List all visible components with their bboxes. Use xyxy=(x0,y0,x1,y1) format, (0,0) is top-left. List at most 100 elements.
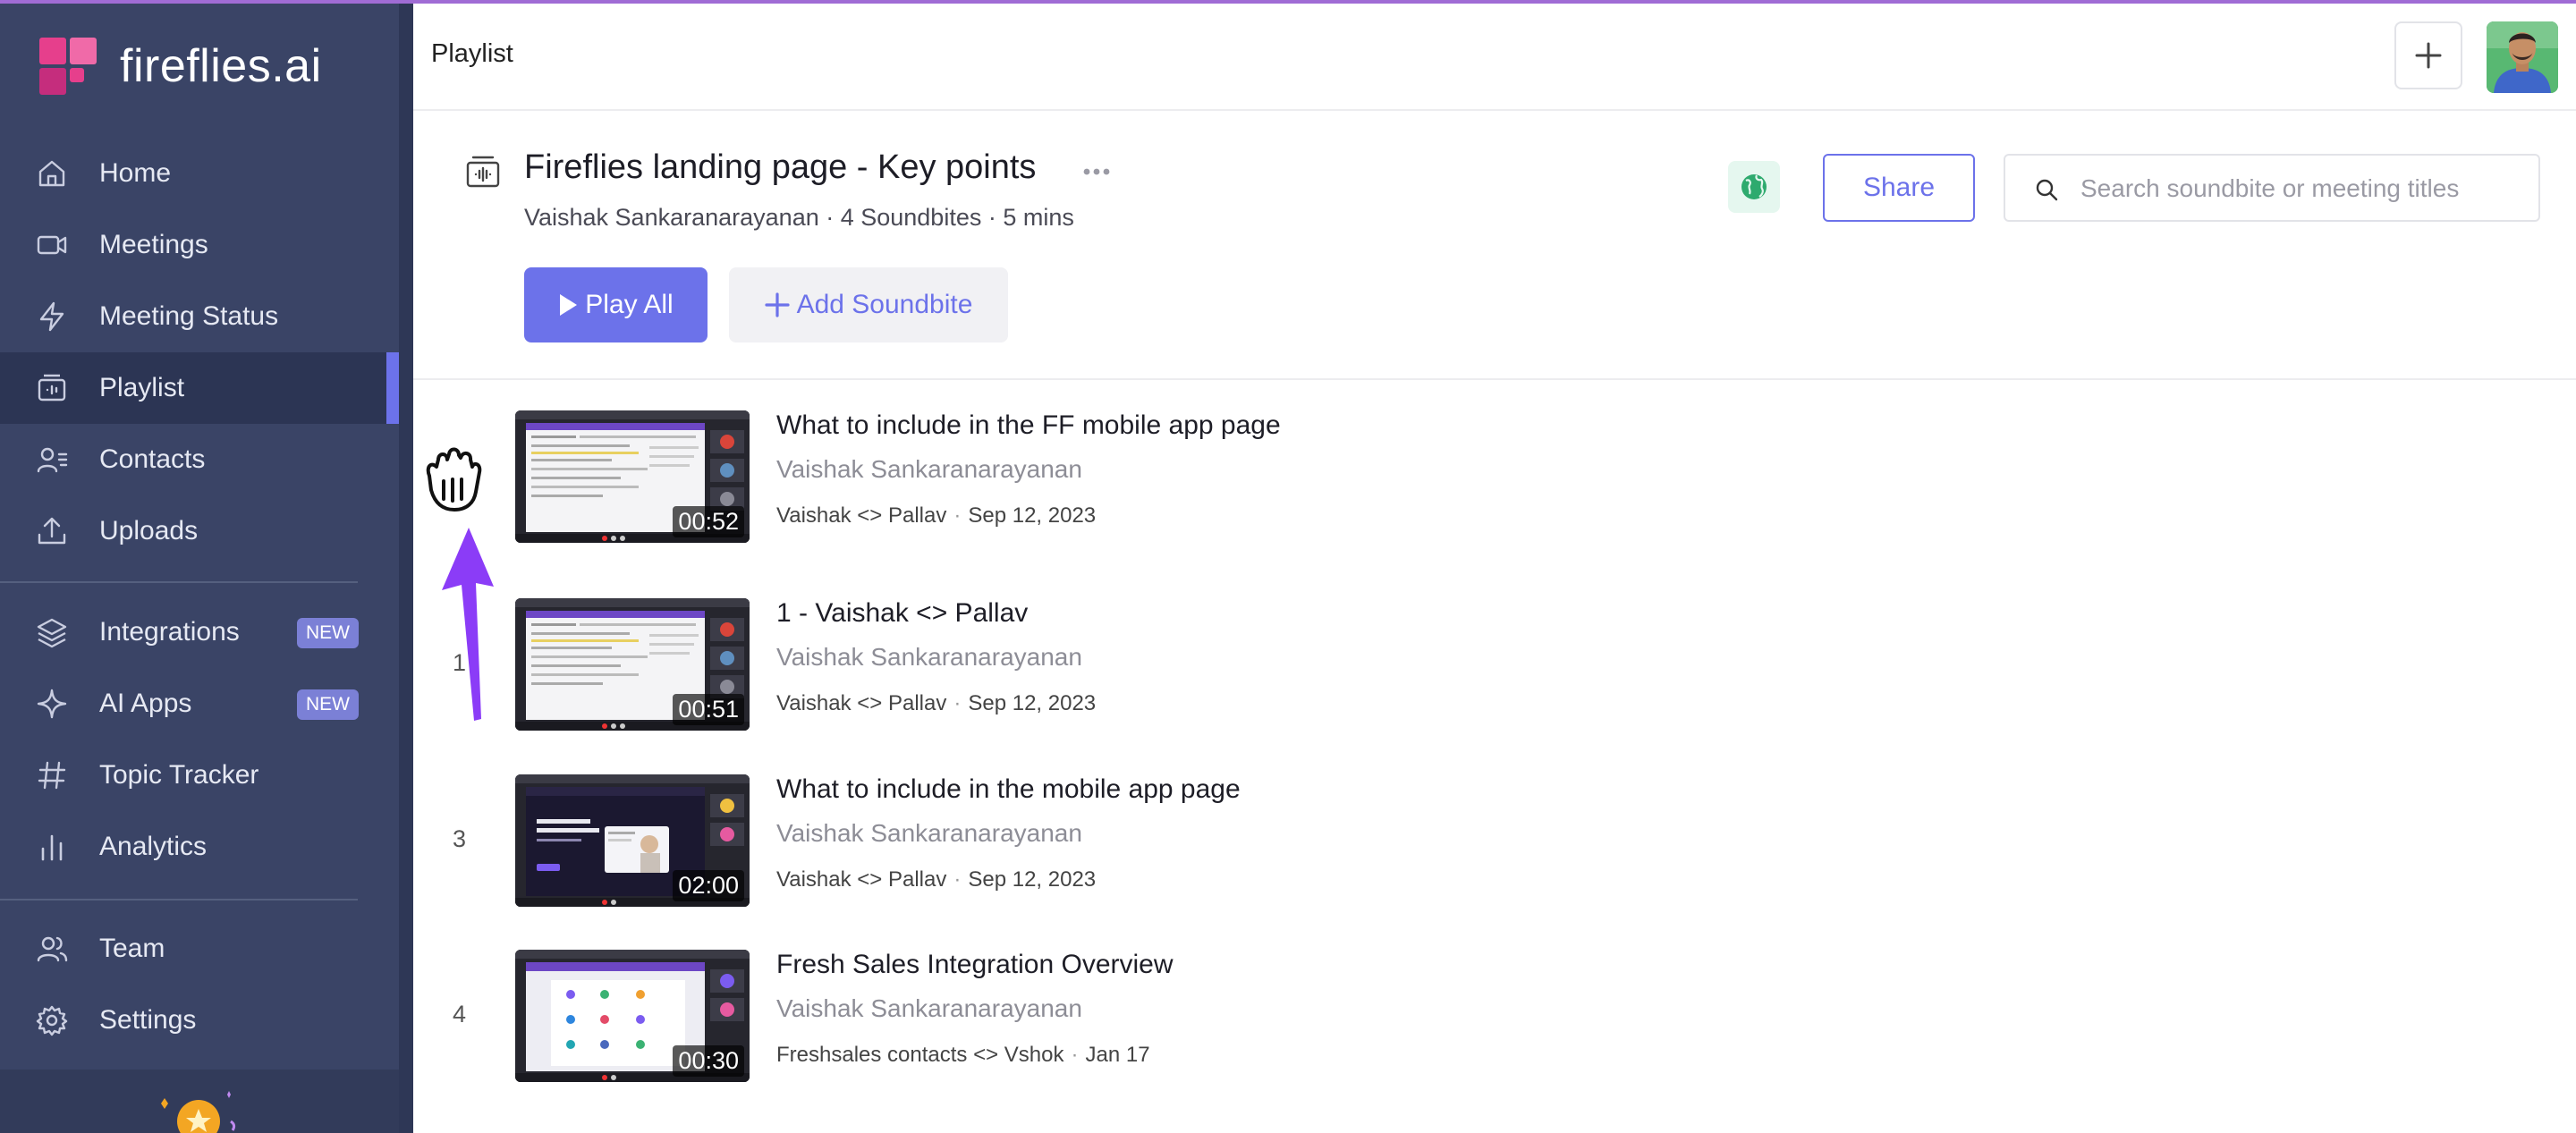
sidebar-item-label: Meeting Status xyxy=(99,301,279,331)
meeting-date: Jan 17 xyxy=(1085,1043,1150,1067)
sidebar-item-label: Home xyxy=(99,158,172,188)
sidebar: fireflies.ai Home Meetings Meeting Statu… xyxy=(0,0,399,1133)
hash-icon xyxy=(38,761,66,790)
sidebar-item-contacts[interactable]: Contacts xyxy=(0,424,399,495)
plus-icon xyxy=(764,292,790,317)
sidebar-item-label: AI Apps xyxy=(99,689,192,718)
sidebar-item-label: Topic Tracker xyxy=(99,760,259,790)
meeting-date: Sep 12, 2023 xyxy=(968,867,1097,892)
meeting-date: Sep 12, 2023 xyxy=(968,691,1097,715)
page-title: Playlist xyxy=(431,39,513,68)
brand-name: fireflies.ai xyxy=(120,40,322,92)
sidebar-item-uploads[interactable]: Uploads xyxy=(0,495,399,567)
meeting-date: Sep 12, 2023 xyxy=(968,503,1097,528)
add-soundbite-button[interactable]: Add Soundbite xyxy=(729,267,1008,342)
duration-badge: 00:30 xyxy=(673,1045,744,1077)
video-icon xyxy=(37,235,67,255)
play-all-button[interactable]: Play All xyxy=(524,267,708,342)
sidebar-item-integrations[interactable]: Integrations NEW xyxy=(0,596,399,668)
section-divider xyxy=(413,378,2576,380)
sidebar-edge xyxy=(399,0,413,1133)
soundbite-row[interactable]: 1 00:51 1 - Vaishak <> Pallav Vaishak Sa… xyxy=(413,598,2576,741)
secondary-nav: Integrations NEW AI Apps NEW Topic Track… xyxy=(0,596,399,883)
soundbite-thumbnail[interactable]: 02:00 xyxy=(515,774,750,907)
sidebar-item-label: Team xyxy=(99,934,165,963)
sidebar-item-team[interactable]: Team xyxy=(0,913,399,985)
layers-icon xyxy=(37,618,67,648)
promo-banner[interactable] xyxy=(0,1070,399,1133)
sidebar-item-home[interactable]: Home xyxy=(0,138,399,209)
soundbite-thumbnail[interactable]: 00:30 xyxy=(515,950,750,1082)
play-all-label: Play All xyxy=(585,290,674,319)
sidebar-item-ai-apps[interactable]: AI Apps NEW xyxy=(0,668,399,740)
gear-icon xyxy=(36,1005,68,1036)
new-badge: NEW xyxy=(297,689,359,720)
share-button[interactable]: Share xyxy=(1823,154,1975,222)
main-nav: Home Meetings Meeting Status Playlist Co… xyxy=(0,138,399,567)
sidebar-divider xyxy=(0,581,358,583)
soundbite-thumbnail[interactable]: 00:51 xyxy=(515,598,750,731)
meeting-name[interactable]: Freshsales contacts <> Vshok xyxy=(776,1043,1064,1067)
sidebar-item-topic-tracker[interactable]: Topic Tracker xyxy=(0,740,399,811)
sidebar-item-meeting-status[interactable]: Meeting Status xyxy=(0,281,399,352)
trophy-icon xyxy=(161,1091,236,1133)
create-button[interactable] xyxy=(2394,21,2462,89)
duration-badge: 02:00 xyxy=(673,870,744,901)
bar-chart-icon xyxy=(41,834,63,861)
top-accent-line xyxy=(0,0,2576,4)
soundbite-title[interactable]: What to include in the FF mobile app pag… xyxy=(776,410,1281,441)
new-badge: NEW xyxy=(297,618,359,648)
duration-badge: 00:51 xyxy=(673,694,744,725)
play-icon xyxy=(558,293,578,317)
user-avatar[interactable] xyxy=(2487,21,2558,93)
sparkle-icon xyxy=(37,689,67,719)
sidebar-item-settings[interactable]: Settings xyxy=(0,985,399,1056)
sidebar-item-meetings[interactable]: Meetings xyxy=(0,209,399,281)
sidebar-item-playlist[interactable]: Playlist xyxy=(0,352,399,424)
soundbite-title[interactable]: 1 - Vaishak <> Pallav xyxy=(776,598,1028,629)
playlist-meta: Vaishak Sankaranarayanan · 4 Soundbites … xyxy=(524,204,1074,231)
soundbite-row[interactable]: 00:52 What to include in the FF mobile a… xyxy=(413,410,2576,554)
playlist-icon xyxy=(466,156,500,188)
grab-cursor-icon xyxy=(426,447,482,512)
top-bar: Playlist xyxy=(413,4,2576,111)
fireflies-logo-icon xyxy=(39,38,97,95)
sidebar-item-label: Meetings xyxy=(99,230,208,259)
sidebar-item-label: Playlist xyxy=(99,373,185,402)
soundbite-meta: Vaishak <> Pallav · Sep 12, 2023 xyxy=(776,503,1097,528)
contacts-icon xyxy=(37,447,68,473)
soundbite-meta: Freshsales contacts <> Vshok · Jan 17 xyxy=(776,1043,1150,1067)
upload-icon xyxy=(38,517,66,545)
soundbite-owner: Vaishak Sankaranarayanan xyxy=(776,819,1082,847)
public-visibility-button[interactable] xyxy=(1728,161,1780,213)
sidebar-item-label: Integrations xyxy=(99,617,240,647)
soundbite-owner: Vaishak Sankaranarayanan xyxy=(776,994,1082,1022)
sidebar-item-label: Settings xyxy=(99,1005,197,1035)
brand-logo[interactable]: fireflies.ai xyxy=(36,30,322,102)
playlist-icon xyxy=(38,374,66,402)
search-box[interactable] xyxy=(2004,154,2540,222)
avatar-image xyxy=(2487,21,2558,93)
sidebar-item-analytics[interactable]: Analytics xyxy=(0,811,399,883)
soundbite-row[interactable]: 3 02:00 What to include in the mobile ap… xyxy=(413,774,2576,917)
soundbite-row[interactable]: 4 00:30 Fresh Sales Integration Overview… xyxy=(413,950,2576,1093)
soundbite-meta: Vaishak <> Pallav · Sep 12, 2023 xyxy=(776,867,1097,892)
home-icon xyxy=(38,160,65,187)
search-icon xyxy=(2036,179,2058,201)
soundbite-title[interactable]: What to include in the mobile app page xyxy=(776,774,1241,805)
globe-icon xyxy=(1741,174,1767,199)
account-nav: Team Settings xyxy=(0,913,399,1056)
meeting-name[interactable]: Vaishak <> Pallav xyxy=(776,503,946,528)
search-input[interactable] xyxy=(2079,170,2529,207)
soundbite-meta: Vaishak <> Pallav · Sep 12, 2023 xyxy=(776,691,1097,715)
soundbite-thumbnail[interactable]: 00:52 xyxy=(515,410,750,543)
more-options-icon[interactable] xyxy=(1080,156,1113,188)
soundbite-title[interactable]: Fresh Sales Integration Overview xyxy=(776,950,1174,980)
soundbite-owner: Vaishak Sankaranarayanan xyxy=(776,455,1082,483)
meeting-name[interactable]: Vaishak <> Pallav xyxy=(776,691,946,715)
sidebar-item-label: Contacts xyxy=(99,444,206,474)
meeting-name[interactable]: Vaishak <> Pallav xyxy=(776,867,946,892)
sidebar-item-label: Analytics xyxy=(99,832,208,861)
sidebar-item-label: Uploads xyxy=(99,516,199,545)
row-number: 4 xyxy=(453,1001,467,1027)
